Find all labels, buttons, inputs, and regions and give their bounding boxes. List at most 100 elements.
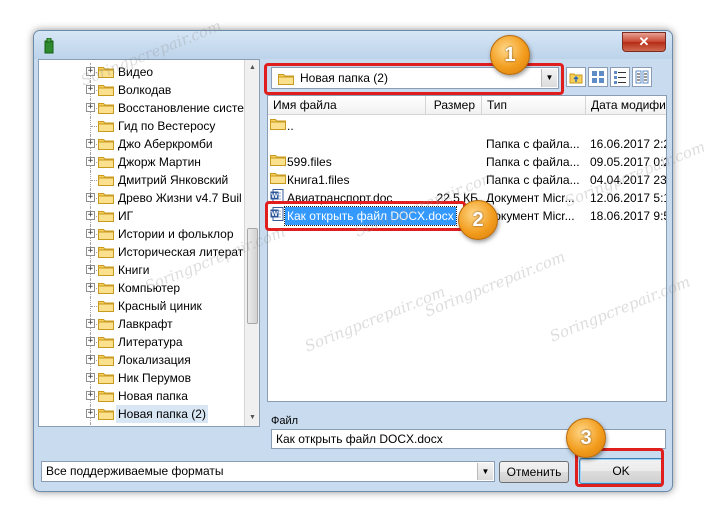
tree-item[interactable]: + Истории и фольклор [39, 225, 244, 243]
expand-icon[interactable]: + [86, 139, 95, 148]
file-name-input[interactable] [271, 429, 666, 449]
tree-item[interactable]: + Джорж Мартин [39, 153, 244, 171]
folder-icon [98, 83, 114, 96]
file-format-select[interactable]: Все поддерживаемые форматы ▼ [41, 461, 495, 482]
folder-icon [270, 171, 286, 185]
tree-item-label: Волкодав [118, 83, 172, 97]
cancel-button[interactable]: Отменить [499, 461, 569, 483]
file-row[interactable]: Книга1.files Папка с файла... 04.04.2017 2… [268, 171, 666, 189]
tree-item-label: Новая папка (2) [116, 405, 208, 423]
column-header-name[interactable]: Имя файла [268, 96, 426, 115]
tree-item[interactable]: + Ник Перумов [39, 369, 244, 387]
list-icon [614, 71, 626, 84]
folder-icon [98, 263, 114, 276]
expand-icon[interactable]: + [86, 229, 95, 238]
tree-item-label: Восстановление систе [118, 101, 244, 115]
column-header-size[interactable]: Размер [426, 96, 482, 115]
tree-item-label: Книги [118, 263, 150, 277]
column-header-date[interactable]: Дата модифик [586, 96, 666, 115]
tree-scrollbar[interactable]: ▲ ▼ [244, 60, 259, 426]
column-header-type[interactable]: Тип [482, 96, 586, 115]
expand-icon[interactable]: + [86, 157, 95, 166]
scroll-up-icon[interactable]: ▲ [245, 60, 259, 76]
file-row[interactable]: .. [268, 117, 666, 135]
tree-item-label: Литература [118, 335, 183, 349]
tree-item-label: Джорж Мартин [118, 155, 201, 169]
view-up-folder-button[interactable] [566, 67, 586, 87]
folder-icon [270, 117, 286, 131]
tree-item[interactable]: + Восстановление систе [39, 99, 244, 117]
file-format-value: Все поддерживаемые форматы [46, 464, 224, 478]
tree-item[interactable]: + Локализация [39, 351, 244, 369]
file-date-cell: 09.05.2017 0:28 [590, 155, 666, 169]
chevron-down-icon[interactable]: ▼ [541, 69, 557, 87]
app-icon [44, 38, 54, 54]
expand-icon[interactable]: + [86, 103, 95, 112]
tree-item[interactable]: + Новая папка [39, 387, 244, 405]
grid-icon [592, 71, 604, 83]
tree-item[interactable]: Дмитрий Янковский [39, 171, 244, 189]
view-details-button[interactable] [632, 67, 652, 87]
file-row[interactable]: Папка с файла... 16.06.2017 2:27 [268, 135, 666, 153]
tree-item-label: Историческая литерат [118, 245, 244, 259]
view-list-button[interactable] [610, 67, 630, 87]
close-button[interactable]: ✕ [622, 32, 666, 52]
view-large-icons-button[interactable] [588, 67, 608, 87]
scroll-down-icon[interactable]: ▼ [245, 410, 259, 426]
expand-icon[interactable]: + [86, 373, 95, 382]
expand-icon[interactable]: + [86, 67, 95, 76]
file-type-cell: Папка с файла... [486, 137, 580, 151]
tree-item-label: Видео [118, 65, 154, 79]
tree-item[interactable]: + Видео [39, 63, 244, 81]
tree-item[interactable]: + Волкодав [39, 81, 244, 99]
folder-icon [98, 191, 114, 204]
expand-icon[interactable]: + [86, 211, 95, 220]
expand-icon[interactable]: + [86, 409, 95, 418]
expand-icon[interactable]: + [86, 265, 95, 274]
folder-icon [98, 173, 114, 186]
tree-item[interactable]: + Компьютер [39, 279, 244, 297]
folder-icon [278, 72, 294, 85]
ok-button[interactable]: OK [579, 458, 663, 484]
tree-item[interactable]: + Книги [39, 261, 244, 279]
file-date-cell: 18.06.2017 9:54 [590, 209, 666, 223]
step-badge-2: 2 [458, 200, 498, 240]
expand-icon[interactable]: + [86, 337, 95, 346]
tree-item-label: Красный циник [118, 299, 202, 313]
folder-icon [98, 407, 114, 420]
expand-icon[interactable]: + [86, 319, 95, 328]
tree-item[interactable]: Гид по Вестеросу [39, 117, 244, 135]
tree-item-label: Лавкрафт [118, 317, 173, 331]
folder-tree: + Видео + Волкодав + Восстановление систе Гид … [38, 59, 260, 427]
folder-icon [98, 209, 114, 222]
folder-icon [98, 155, 114, 168]
file-row[interactable]: 599.files Папка с файла... 09.05.2017 0:28 [268, 153, 666, 171]
tree-item[interactable]: + Историческая литерат [39, 243, 244, 261]
tree-item[interactable]: + Древо Жизни v4.7 Buil [39, 189, 244, 207]
expand-icon[interactable]: + [86, 283, 95, 292]
tree-item-label: Гид по Вестеросу [118, 119, 216, 133]
expand-icon[interactable]: + [86, 355, 95, 364]
expand-icon[interactable]: + [86, 193, 95, 202]
tree-item-label: Локализация [118, 353, 191, 367]
tree-item[interactable]: + Литература [39, 333, 244, 351]
folder-icon [98, 389, 114, 402]
file-name-label: Файл [271, 415, 299, 427]
tree-item[interactable]: + ИГ [39, 207, 244, 225]
tree-item[interactable]: + Джо Аберкромби [39, 135, 244, 153]
chevron-down-icon[interactable]: ▼ [477, 463, 493, 480]
expand-icon[interactable]: + [86, 85, 95, 94]
file-name-cell: Как открыть файл DOCX.docx [284, 206, 457, 226]
tree-item-label: Дмитрий Янковский [118, 173, 229, 187]
tree-item[interactable]: +Новая папка (3) [39, 423, 244, 426]
tree-item-label: Компьютер [118, 281, 181, 295]
tree-item[interactable]: + Новая папка (2) [39, 405, 244, 423]
title-bar: ✕ [34, 31, 672, 59]
file-name-cell: Книга1.files [287, 173, 350, 187]
expand-icon[interactable]: + [86, 247, 95, 256]
scrollbar-thumb[interactable] [247, 228, 258, 324]
tree-item[interactable]: + Лавкрафт [39, 315, 244, 333]
tree-item[interactable]: Красный циник [39, 297, 244, 315]
folder-icon [98, 227, 114, 240]
expand-icon[interactable]: + [86, 391, 95, 400]
